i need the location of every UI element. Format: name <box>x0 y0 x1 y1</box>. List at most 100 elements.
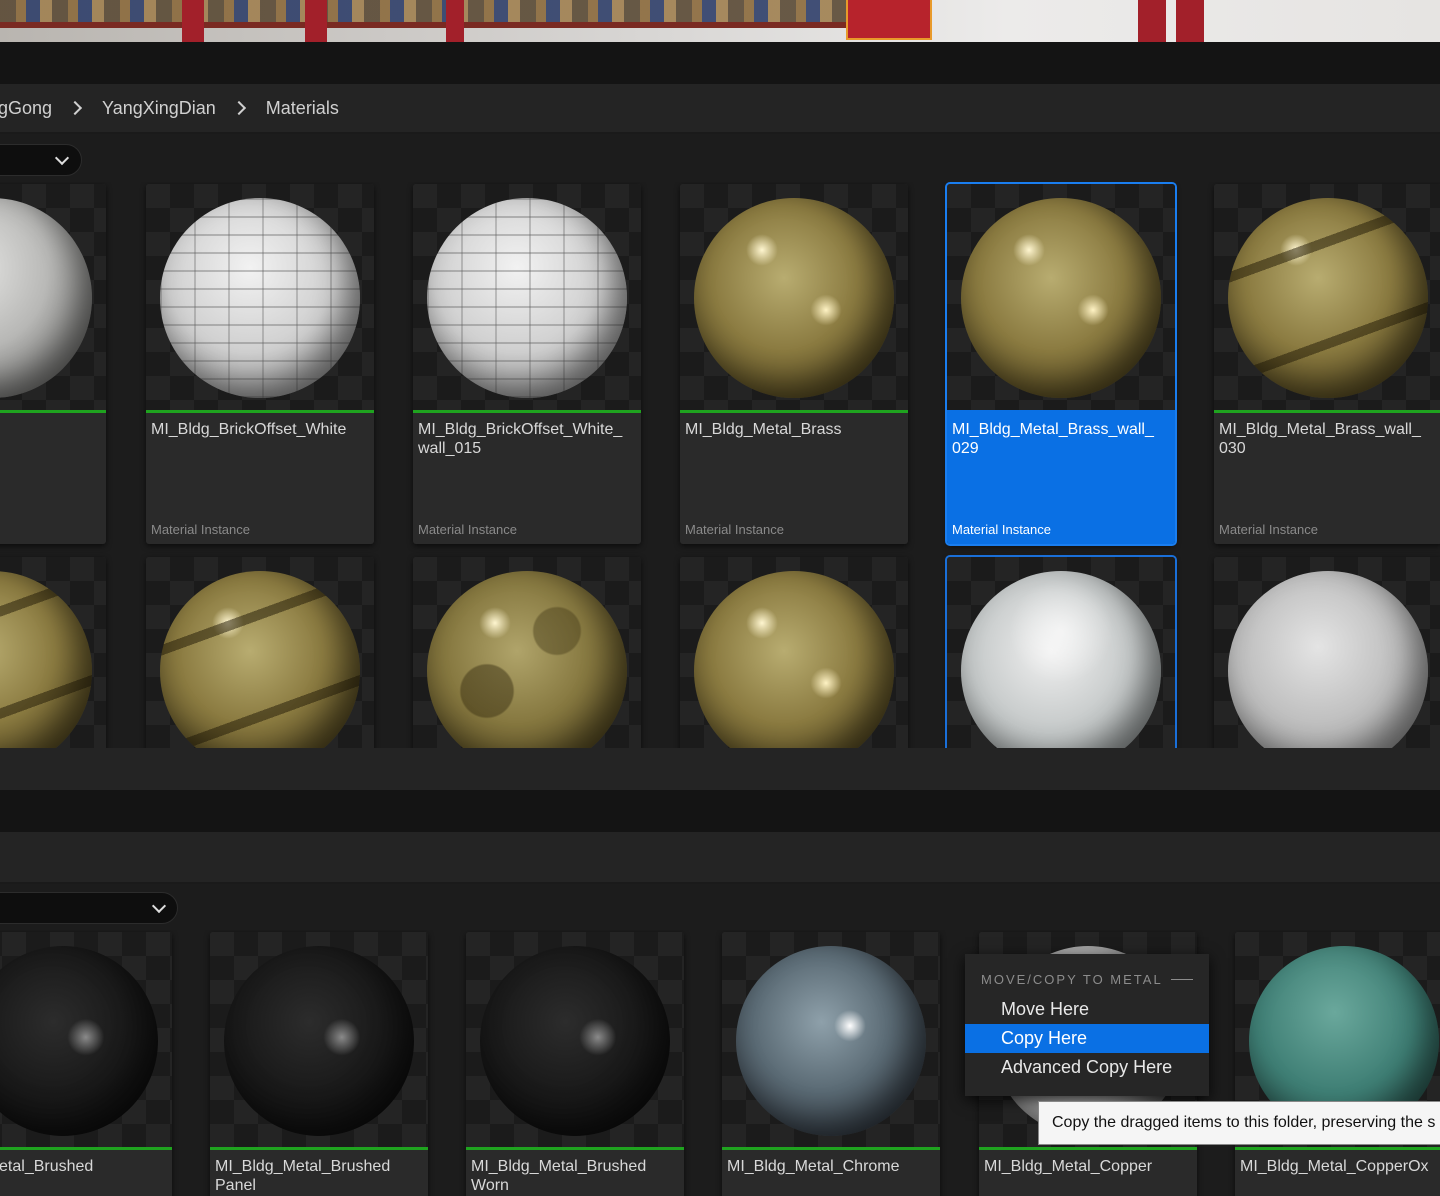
filter-bar <box>0 134 1440 182</box>
asset-valid-indicator <box>722 1147 940 1150</box>
viewport-beam <box>0 0 860 22</box>
asset-thumbnail <box>1214 184 1440 410</box>
material-preview-sphere <box>427 571 627 748</box>
filter-bar-lower <box>0 884 1440 932</box>
asset-tile[interactable]: MI_Bldg_Metal_CopperOx <box>1235 932 1440 1196</box>
asset-tile[interactable]: MI_Bldg_BrickOffset_White Material Instan… <box>146 184 374 544</box>
asset-thumbnail <box>0 184 106 410</box>
breadcrumb-item[interactable]: gGong <box>0 98 52 119</box>
asset-tile[interactable]: MI_Bldg_Metal_Brass_wall_ 030 Material In… <box>1214 184 1440 544</box>
filter-dropdown[interactable] <box>0 144 82 176</box>
material-preview-sphere <box>0 946 158 1136</box>
viewport-beam-trim <box>0 22 860 28</box>
viewport-pillar <box>182 0 204 42</box>
advanced-copy-here-menu-item[interactable]: Advanced Copy Here <box>965 1053 1209 1082</box>
tooltip: Copy the dragged items to this folder, p… <box>1038 1101 1440 1145</box>
drag-drop-context-menu: MOVE/COPY TO METAL Move Here Copy Here A… <box>965 954 1209 1096</box>
asset-tile[interactable] <box>1214 557 1440 748</box>
asset-tile[interactable]: MI_Bldg_Metal_Brushed Panel <box>210 932 428 1196</box>
asset-tile[interactable]: MI_Bldg_Metal_Brass_wall_ 029 Material In… <box>945 182 1177 546</box>
asset-type: Material Instance <box>418 522 517 537</box>
asset-name: MI_Bldg_Metal_Brass_wall_ 029 <box>952 421 1154 457</box>
asset-type: Material Instance <box>151 522 250 537</box>
asset-tile[interactable]: MI_Bldg_Metal_Brushed Worn <box>466 932 684 1196</box>
asset-name: MI_Bldg_Metal_Brushed Panel <box>215 1158 391 1194</box>
viewport-pillar <box>446 0 464 42</box>
asset-thumbnail <box>947 184 1175 410</box>
asset-tile[interactable]: MI_Bldg_Metal_Chrome <box>722 932 940 1196</box>
asset-thumbnail <box>0 557 106 748</box>
content-browser-toolbar-lower <box>0 790 1440 832</box>
material-preview-sphere <box>961 198 1161 398</box>
asset-name: MI_Bldg_BrickOffset_White_ wall_015 <box>418 421 623 457</box>
asset-name: MI_Bldg_Metal_Copper <box>984 1158 1153 1175</box>
asset-name: MI_Bldg_BrickOffset_White <box>151 421 347 438</box>
asset-valid-indicator <box>413 410 641 413</box>
material-preview-sphere <box>160 198 360 398</box>
asset-type: Material Instance <box>685 522 784 537</box>
asset-thumbnail <box>680 184 908 410</box>
chevron-down-icon <box>151 898 167 914</box>
asset-grid-lower: dg_Metal_Brushed MI_Bldg_Metal_Brushed Pa… <box>0 930 1440 1196</box>
breadcrumb-lower <box>0 832 1440 884</box>
asset-tile[interactable]: MI_Bldg_BrickOffset_White_ wall_015 Mater… <box>413 184 641 544</box>
asset-tile[interactable] <box>680 557 908 748</box>
material-preview-sphere <box>0 198 92 398</box>
asset-name: MI_Bldg_Metal_Brass_wall_ 030 <box>1219 421 1421 457</box>
context-menu-header: MOVE/COPY TO METAL <box>981 972 1163 987</box>
material-preview-sphere <box>694 198 894 398</box>
content-browser-toolbar <box>0 42 1440 84</box>
material-preview-sphere <box>736 946 926 1136</box>
move-here-menu-item[interactable]: Move Here <box>965 995 1209 1024</box>
asset-thumbnail <box>413 184 641 410</box>
material-preview-sphere <box>1228 571 1428 748</box>
copy-here-menu-item[interactable]: Copy Here <box>965 1024 1209 1053</box>
asset-thumbnail <box>146 557 374 748</box>
asset-tile[interactable] <box>0 557 106 748</box>
material-preview-sphere <box>0 571 92 748</box>
asset-grid-upper: Limestone_Material InstanceMI_Bldg_Brick… <box>0 182 1440 748</box>
asset-tile[interactable]: MI_Bldg_Metal_Brass Material Instance <box>680 184 908 544</box>
asset-tile[interactable]: dg_Metal_Brushed <box>0 932 172 1196</box>
asset-valid-indicator <box>1214 410 1440 413</box>
breadcrumb-item[interactable]: YangXingDian <box>102 98 216 119</box>
viewport-pillar <box>1138 0 1166 42</box>
asset-type: Material Instance <box>1219 522 1318 537</box>
asset-thumbnail <box>413 557 641 748</box>
asset-name: MI_Bldg_Metal_Brass <box>685 421 842 438</box>
asset-name: Limestone_ <box>0 420 101 439</box>
asset-thumbnail <box>947 557 1175 748</box>
level-viewport[interactable] <box>0 0 1440 42</box>
asset-valid-indicator <box>979 1147 1197 1150</box>
asset-name: MI_Bldg_Metal_Chrome <box>727 1158 900 1175</box>
asset-tile[interactable] <box>413 557 641 748</box>
asset-name: MI_Bldg_Metal_Brushed Worn <box>471 1158 647 1194</box>
asset-valid-indicator <box>680 410 908 413</box>
viewport-pillar <box>1176 0 1204 42</box>
asset-valid-indicator <box>0 1147 172 1150</box>
asset-type: Material Instance <box>952 522 1051 537</box>
filter-dropdown-lower[interactable] <box>0 892 178 924</box>
asset-tile[interactable] <box>146 557 374 748</box>
asset-tile[interactable]: Limestone_Material Instance <box>0 184 106 544</box>
asset-thumbnail <box>210 932 428 1147</box>
asset-thumbnail <box>466 932 684 1147</box>
asset-tile[interactable] <box>945 555 1177 748</box>
asset-valid-indicator <box>146 410 374 413</box>
material-preview-sphere <box>1228 198 1428 398</box>
breadcrumb: gGong YangXingDian Materials <box>0 84 1440 134</box>
material-preview-sphere <box>480 946 670 1136</box>
material-preview-sphere <box>427 198 627 398</box>
chevron-right-icon[interactable] <box>67 100 83 116</box>
asset-valid-indicator <box>466 1147 684 1150</box>
asset-valid-indicator <box>0 410 106 413</box>
breadcrumb-item[interactable]: Materials <box>266 98 339 119</box>
asset-valid-indicator <box>210 1147 428 1150</box>
viewport-selected-actor[interactable] <box>846 0 932 40</box>
chevron-right-icon[interactable] <box>231 100 246 116</box>
panel-footer <box>0 748 1440 790</box>
material-preview-sphere <box>694 571 894 748</box>
asset-thumbnail <box>146 184 374 410</box>
asset-name: dg_Metal_Brushed <box>0 1158 94 1175</box>
viewport-pillar <box>305 0 327 42</box>
